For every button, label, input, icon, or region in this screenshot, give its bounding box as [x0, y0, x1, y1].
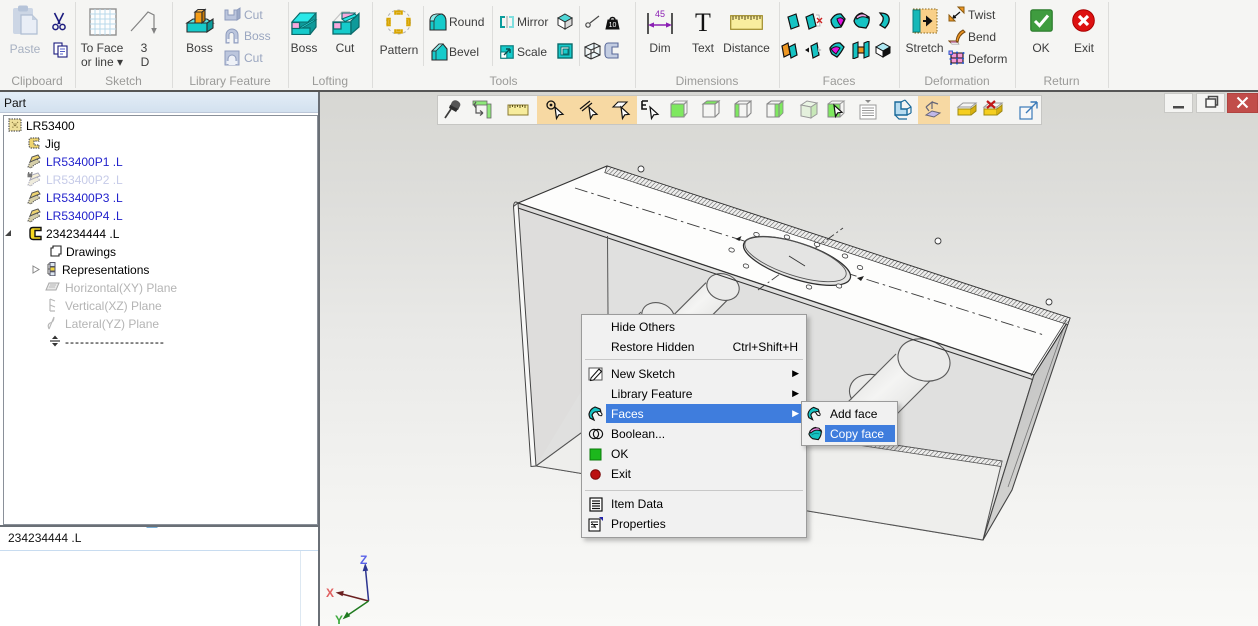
svg-text:45: 45 — [655, 9, 665, 19]
svg-text:Z: Z — [360, 553, 367, 567]
svg-text:Y: Y — [335, 613, 343, 626]
svg-text:10: 10 — [609, 22, 617, 29]
svg-text:X: X — [326, 586, 334, 600]
svg-text:T: T — [695, 10, 711, 34]
